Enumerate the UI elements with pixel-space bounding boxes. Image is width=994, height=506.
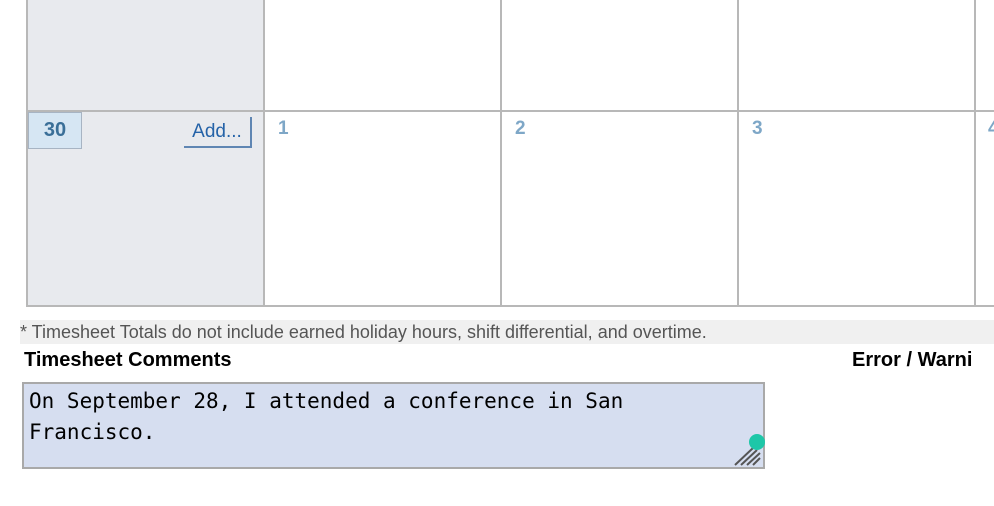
calendar-day-cell[interactable] bbox=[263, 0, 502, 305]
status-dot-icon bbox=[749, 434, 765, 450]
day-number: 1 bbox=[278, 118, 289, 139]
timesheet-comments-textarea[interactable]: On September 28, I attended a conference… bbox=[22, 382, 765, 469]
day-number: 3 bbox=[752, 118, 763, 139]
comments-heading: Timesheet Comments bbox=[24, 349, 232, 371]
calendar-day-cell-weekend[interactable] bbox=[26, 0, 265, 305]
calendar-day-cell[interactable] bbox=[974, 0, 994, 305]
error-warning-heading: Error / Warni bbox=[852, 349, 973, 371]
totals-footnote: * Timesheet Totals do not include earned… bbox=[20, 320, 994, 344]
current-day-number: 30 bbox=[28, 112, 82, 149]
week-divider bbox=[26, 110, 994, 112]
day-number: 2 bbox=[515, 118, 526, 139]
day-number: 4 bbox=[988, 118, 994, 139]
calendar-grid: 30 Add... 1 2 3 4 bbox=[26, 0, 994, 307]
add-entry-button[interactable]: Add... bbox=[184, 117, 252, 148]
calendar-day-cell[interactable] bbox=[737, 0, 976, 305]
calendar-day-cell[interactable] bbox=[500, 0, 739, 305]
